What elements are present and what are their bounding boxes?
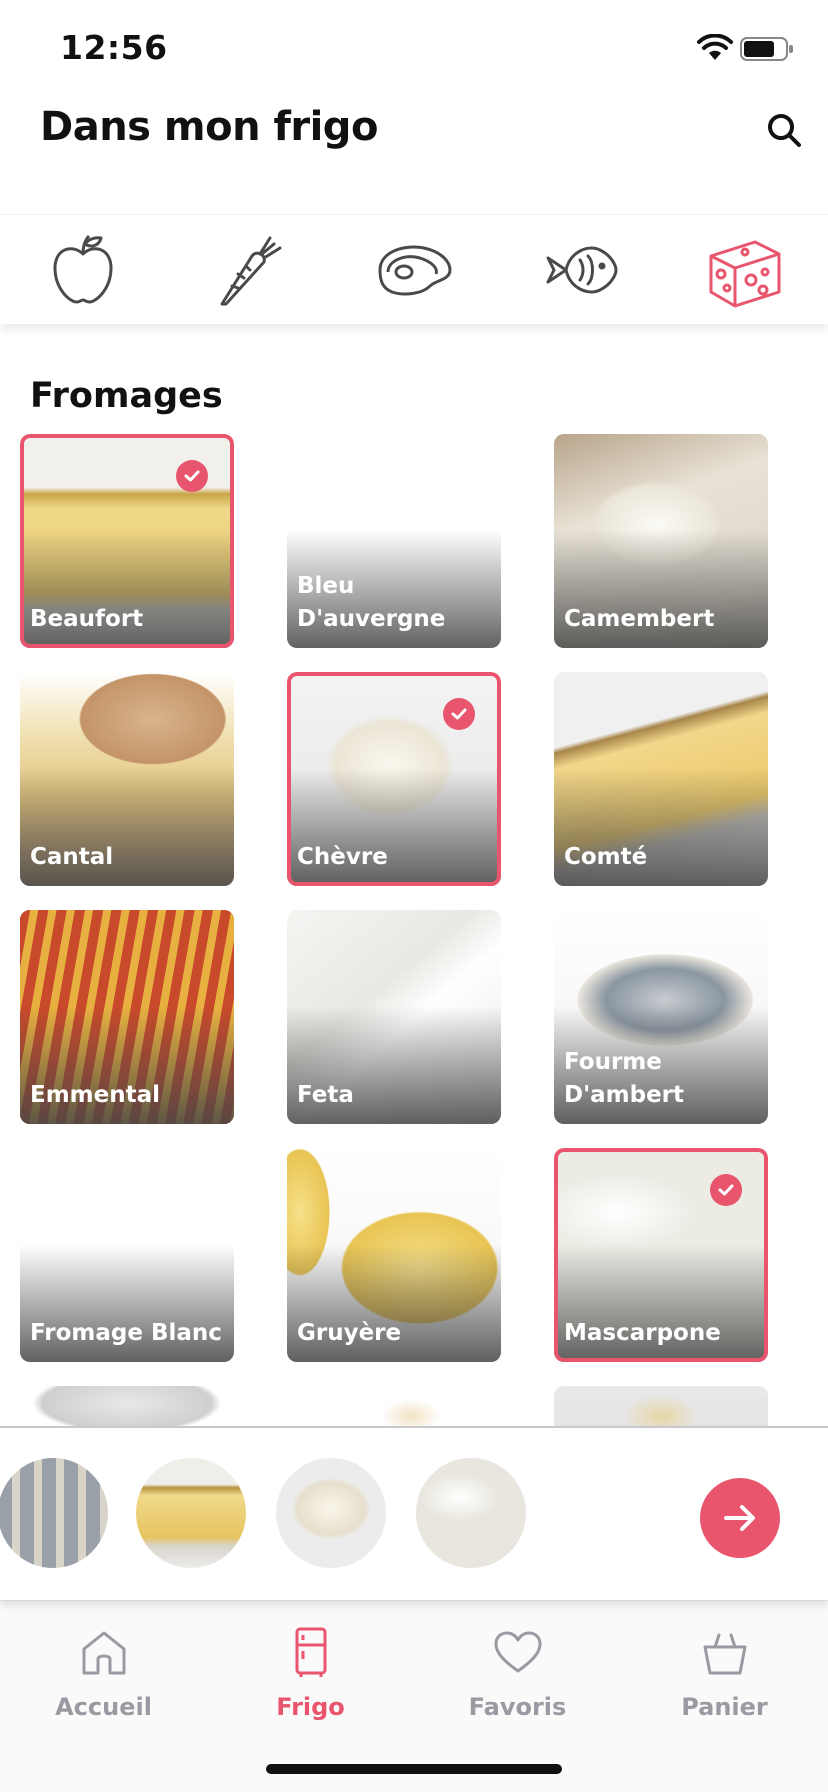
status-bar: 12:56 <box>0 0 828 96</box>
cheese-label: Beaufort <box>30 606 144 632</box>
cheese-photo <box>554 1386 768 1426</box>
label-shade <box>20 530 234 648</box>
arrow-right-icon <box>724 1505 755 1531</box>
cheese-card-chevre[interactable]: Chèvre <box>287 672 501 886</box>
cheese-card-feta[interactable]: Feta <box>287 910 501 1124</box>
label-shade <box>554 1244 768 1362</box>
cheese-photo <box>287 1386 501 1426</box>
selected-thumb-herring[interactable] <box>0 1458 108 1568</box>
label-shade <box>287 768 501 886</box>
selected-thumb-chevre[interactable] <box>276 1458 386 1568</box>
cheese-icon <box>709 240 781 308</box>
category-bar <box>0 214 828 324</box>
cheese-card-mascarpone[interactable]: Mascarpone <box>554 1148 768 1362</box>
cheese-photo <box>287 672 501 886</box>
steak-icon <box>378 245 452 296</box>
cheese-card-emmental[interactable]: Emmental <box>20 910 234 1124</box>
apple-icon <box>53 234 113 304</box>
home-indicator <box>266 1764 562 1774</box>
tab-label: Accueil <box>55 1693 152 1721</box>
carrot-icon <box>220 236 282 306</box>
cheese-label: Fromage Blanc <box>30 1320 222 1346</box>
cheese-card-cantal[interactable]: Cantal <box>20 672 234 886</box>
cheese-label: Emmental <box>30 1082 161 1108</box>
cheese-card-fromage-blanc[interactable]: Fromage Blanc <box>20 1148 234 1362</box>
cheese-label: Camembert <box>564 606 715 632</box>
cheese-grid: Beaufort Bleu D'auvergne Camembert Canta… <box>0 424 828 1426</box>
section-title: Fromages <box>30 376 223 416</box>
cheese-card-gruyere[interactable]: Gruyère <box>287 1148 501 1362</box>
fridge-icon <box>295 1627 326 1677</box>
status-time: 12:56 <box>60 28 168 67</box>
category-meat[interactable] <box>331 215 497 325</box>
tab-panier[interactable]: Panier <box>621 1601 828 1792</box>
cheese-label: Comté <box>564 844 648 870</box>
category-fruits[interactable] <box>0 215 166 325</box>
cheese-card-partial[interactable] <box>287 1386 501 1426</box>
cheese-photo <box>20 1386 234 1426</box>
basket-icon <box>703 1633 746 1675</box>
cheese-card-comte[interactable]: Comté <box>554 672 768 886</box>
cheese-label: Mascarpone <box>564 1320 721 1346</box>
heart-icon <box>494 1631 541 1673</box>
check-icon <box>710 1174 742 1206</box>
cheese-card-partial[interactable] <box>20 1386 234 1426</box>
cheese-label: Feta <box>297 1082 354 1108</box>
app-header: Dans mon frigo <box>0 96 828 214</box>
cheese-photo <box>554 1148 768 1362</box>
cheese-card-bleu-dauvergne[interactable]: Bleu D'auvergne <box>287 434 501 648</box>
cheese-label: Chèvre <box>297 844 388 870</box>
wifi-icon <box>697 34 733 60</box>
category-fish[interactable] <box>497 215 663 325</box>
tab-accueil[interactable]: Accueil <box>0 1601 207 1792</box>
check-icon <box>176 460 208 492</box>
selection-tray <box>0 1426 828 1600</box>
battery-icon <box>740 37 793 61</box>
cheese-photo <box>20 434 234 648</box>
next-button[interactable] <box>700 1478 780 1558</box>
selected-thumb-mascarpone[interactable] <box>416 1458 526 1568</box>
check-icon <box>443 698 475 730</box>
cheese-label: Bleu D'auvergne <box>297 573 446 632</box>
cheese-label: Cantal <box>30 844 114 870</box>
cheese-label: Gruyère <box>297 1320 402 1346</box>
cheese-card-camembert[interactable]: Camembert <box>554 434 768 648</box>
cheese-card-beaufort[interactable]: Beaufort <box>20 434 234 648</box>
cheese-label: Fourme D'ambert <box>564 1049 685 1108</box>
tab-label: Panier <box>681 1693 768 1721</box>
category-cheese[interactable] <box>662 215 828 325</box>
page-title: Dans mon frigo <box>40 104 378 150</box>
fish-icon <box>546 246 618 294</box>
cheese-card-partial[interactable] <box>554 1386 768 1426</box>
tab-label: Frigo <box>276 1693 345 1721</box>
tab-label: Favoris <box>468 1693 567 1721</box>
home-icon <box>82 1631 125 1675</box>
category-vegetables[interactable] <box>166 215 332 325</box>
search-icon[interactable] <box>764 110 804 150</box>
selected-thumb-beaufort[interactable] <box>136 1458 246 1568</box>
cheese-card-fourme-dambert[interactable]: Fourme D'ambert <box>554 910 768 1124</box>
